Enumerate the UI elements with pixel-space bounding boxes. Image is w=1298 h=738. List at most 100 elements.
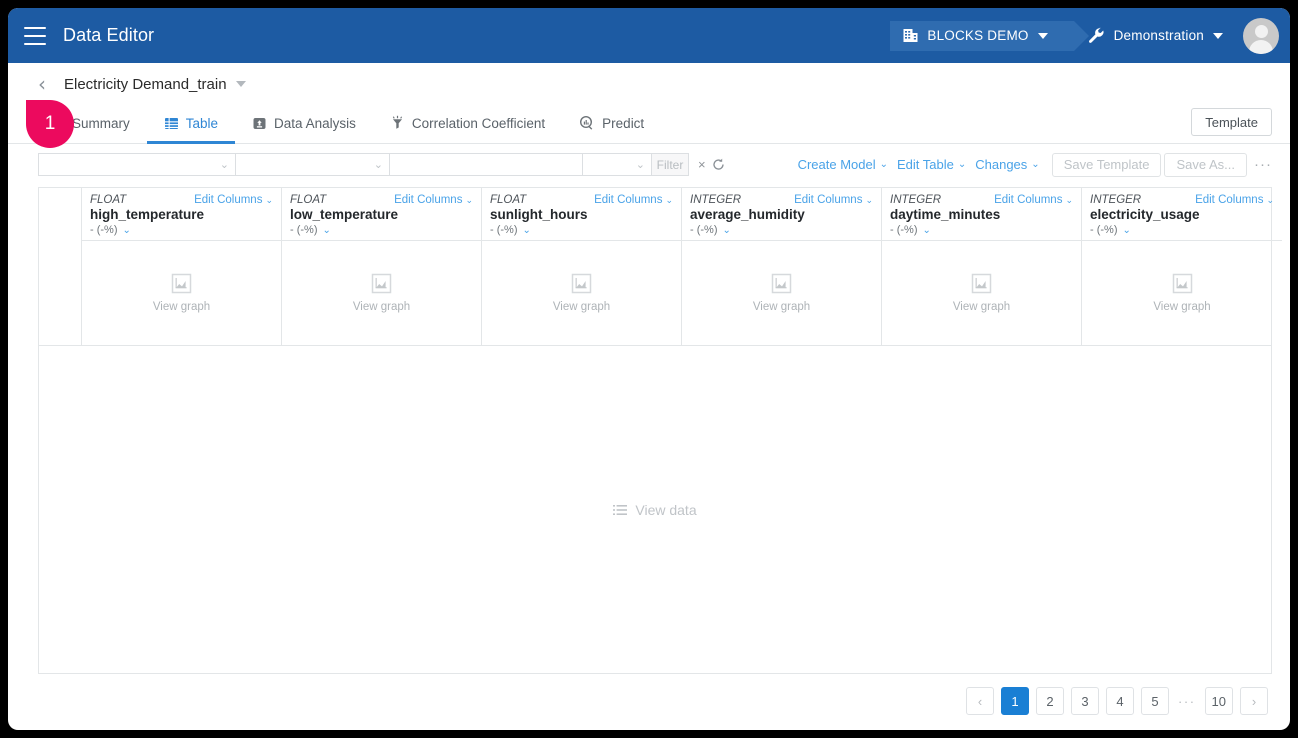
edit-columns-link[interactable]: Edit Columns ⌄ [394,194,473,206]
column-stat-value: - (-%) [690,224,718,236]
view-graph-cell[interactable]: View graph [282,241,481,345]
view-graph-cell[interactable]: View graph [1082,241,1282,345]
column-type: FLOAT [290,194,327,206]
column-name: low_temperature [290,207,399,222]
wrench-icon [1087,26,1106,45]
building-icon [902,27,919,44]
column-stat: - (-%) ⌄ [1090,224,1274,236]
column-stat-value: - (-%) [290,224,318,236]
predict-icon [580,115,593,130]
column-daytime-minutes: INTEGER Edit Columns ⌄ daytime_minutes -… [882,188,1082,345]
filter-condition-select[interactable]: ⌄ [582,153,652,176]
column-type: FLOAT [490,194,527,206]
pagination-page-2[interactable]: 2 [1036,687,1065,715]
edit-columns-link[interactable]: Edit Columns ⌄ [994,194,1073,206]
changes-menu[interactable]: Changes ⌄ [975,157,1039,172]
edit-table-menu[interactable]: Edit Table ⌄ [897,157,966,172]
chevron-down-icon[interactable]: ⌄ [523,225,531,236]
save-as-button[interactable]: Save As... [1164,152,1247,177]
chart-icon [571,273,592,294]
chevron-down-icon: ⌄ [865,194,873,205]
column-stat: - (-%) ⌄ [290,224,473,236]
column-stat-value: - (-%) [1090,224,1118,236]
step-marker-1: 1 [26,100,74,148]
column-name: daytime_minutes [890,207,1001,222]
filter-button[interactable]: Filter [651,153,689,176]
chevron-down-icon: ⌄ [465,194,473,205]
chevron-down-icon: ⌄ [665,194,673,205]
column-electricity-usage: INTEGER Edit Columns ⌄ electricity_usage… [1082,188,1282,345]
refresh-icon[interactable] [711,157,726,172]
column-stat: - (-%) ⌄ [690,224,873,236]
project-selector[interactable]: Demonstration [1081,21,1233,51]
filter-column-select[interactable]: ⌄ [38,153,236,176]
column-type: FLOAT [90,194,127,206]
tab-correlation-coefficient[interactable]: Correlation Coefficient [373,105,562,144]
column-name: average_humidity [690,207,805,222]
chevron-down-icon[interactable]: ⌄ [1123,225,1131,236]
view-graph-label: View graph [352,301,411,313]
pagination-page-last[interactable]: 10 [1204,687,1233,715]
column-stat-value: - (-%) [90,224,118,236]
save-template-button[interactable]: Save Template [1051,152,1162,177]
edit-columns-link[interactable]: Edit Columns ⌄ [1195,194,1274,206]
view-graph-cell[interactable]: View graph [482,241,681,345]
workspace-selector[interactable]: BLOCKS DEMO [890,20,1089,51]
column-stat: - (-%) ⌄ [890,224,1073,236]
chevron-down-icon: ⌄ [1065,194,1073,205]
app-header-right: BLOCKS DEMO Demonstration [890,17,1279,54]
pagination-next[interactable]: › [1240,687,1268,715]
step-marker-label: 1 [44,113,56,134]
chevron-down-icon[interactable]: ⌄ [723,225,731,236]
close-icon[interactable]: × [698,157,706,172]
chevron-down-icon: ⌄ [1031,159,1040,170]
tab-table[interactable]: Table [146,105,236,144]
avatar[interactable] [1243,17,1279,54]
tab-predict[interactable]: Predict [562,105,661,144]
filter-value-input[interactable] [389,153,583,176]
hamburger-menu-icon[interactable] [24,26,46,45]
pagination-prev[interactable]: ‹ [966,687,995,715]
pagination-page-4[interactable]: 4 [1106,687,1135,715]
toolbar-actions: Create Model ⌄ Edit Table ⌄ Changes ⌄ Sa… [798,152,1272,177]
more-options-button[interactable]: ··· [1254,156,1272,173]
view-graph-cell[interactable]: View graph [682,241,881,345]
pagination-ellipsis: ··· [1178,693,1196,709]
chevron-down-icon[interactable]: ⌄ [323,225,331,236]
workspace-label: BLOCKS DEMO [927,28,1029,43]
chevron-left-icon[interactable]: ‹ [38,74,46,94]
table-icon [164,117,178,129]
tab-correlation-coefficient-label: Correlation Coefficient [411,115,546,131]
list-icon [613,504,628,515]
edit-columns-link[interactable]: Edit Columns ⌄ [194,194,273,206]
pagination-page-5[interactable]: 5 [1141,687,1170,715]
pagination-page-3[interactable]: 3 [1071,687,1100,715]
column-meta: INTEGER Edit Columns ⌄ daytime_minutes -… [882,188,1081,241]
pagination: ‹ 1 2 3 4 5 ··· 10 › [8,674,1290,715]
tab-data-analysis[interactable]: Data Analysis [235,105,373,144]
chevron-down-icon[interactable]: ⌄ [123,225,131,236]
view-graph-cell[interactable]: View graph [82,241,281,345]
app-header: Data Editor BLOCKS DEMO Demonstration [8,8,1290,63]
column-stat: - (-%) ⌄ [490,224,673,236]
edit-table-label: Edit Table [897,157,954,172]
project-label: Demonstration [1113,28,1204,43]
view-data-button[interactable]: View data [613,502,697,518]
view-graph-label: View graph [752,301,811,313]
edit-columns-label: Edit Columns [794,194,863,206]
view-graph-cell[interactable]: View graph [882,241,1081,345]
edit-columns-link[interactable]: Edit Columns ⌄ [594,194,673,206]
column-stat-value: - (-%) [890,224,918,236]
pagination-page-1[interactable]: 1 [1001,687,1030,715]
chevron-down-icon: ⌄ [879,159,888,170]
view-graph-label: View graph [552,301,611,313]
filter-operator-select[interactable]: ⌄ [235,153,390,176]
chevron-down-icon[interactable]: ⌄ [923,225,931,236]
create-model-menu[interactable]: Create Model ⌄ [798,157,888,172]
changes-label: Changes [975,157,1028,172]
chevron-down-icon[interactable] [235,81,246,87]
column-name: high_temperature [90,207,205,222]
edit-columns-link[interactable]: Edit Columns ⌄ [794,194,873,206]
template-button[interactable]: Template [1191,108,1272,136]
correlation-icon [392,115,402,129]
